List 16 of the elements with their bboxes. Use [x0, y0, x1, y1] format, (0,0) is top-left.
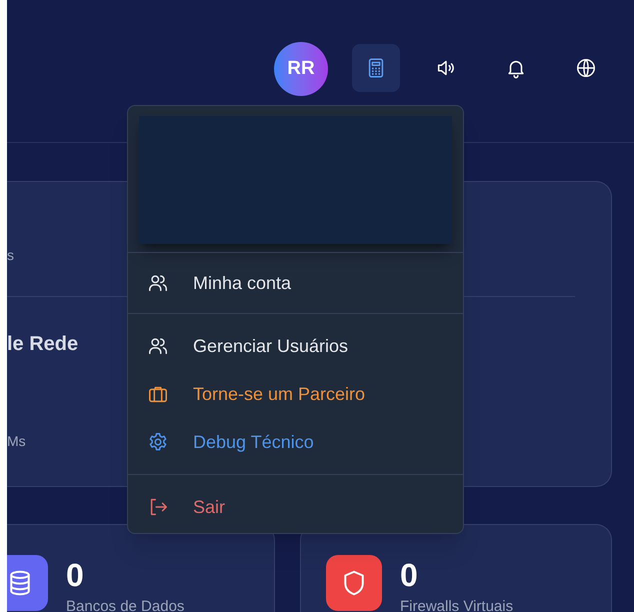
stat-label: Firewalls Virtuais: [400, 597, 514, 612]
stat-label: Bancos de Dados: [66, 597, 184, 612]
card-title: le Rede: [7, 332, 78, 357]
stat-value: 0: [400, 557, 419, 593]
avatar-button[interactable]: RR: [274, 42, 328, 96]
calculator-button[interactable]: [352, 44, 400, 92]
menu-item[interactable]: Debug Técnico: [128, 418, 463, 466]
settings-icon: [147, 431, 169, 453]
menu-item[interactable]: Torne-se um Parceiro: [128, 370, 463, 418]
menu-item[interactable]: Minha conta: [128, 259, 463, 307]
menu-item[interactable]: Gerenciar Usuários: [128, 322, 463, 370]
card-text: s: [7, 246, 14, 265]
menu-item[interactable]: Sair: [128, 483, 463, 531]
card-text: Ms: [7, 432, 26, 451]
stat-value: 0: [66, 557, 85, 593]
globe-icon: [575, 57, 597, 79]
